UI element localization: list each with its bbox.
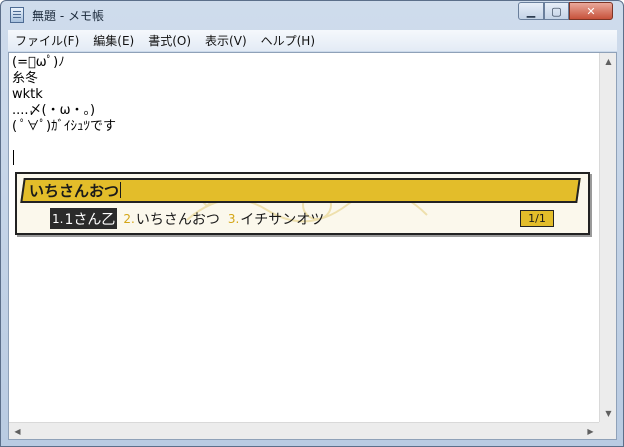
vertical-scrollbar[interactable]: ▲ ▼ (599, 53, 616, 422)
text-caret (13, 150, 14, 165)
ime-candidate-window: いちさんおつ 1. 1さん乙 2. いちさんおつ 3. イチサンオツ 1/1 (15, 172, 590, 235)
menu-file[interactable]: ファイル(F) (8, 32, 86, 49)
candidate-text: イチサンオツ (240, 211, 325, 228)
ime-candidate-3[interactable]: 3. イチサンオツ (226, 208, 326, 229)
scrollbar-corner (599, 422, 616, 439)
scroll-right-icon[interactable]: ▶ (582, 423, 599, 440)
ime-composition-text[interactable]: いちさんおつ (29, 180, 122, 201)
text-line: 糸冬 (12, 71, 39, 86)
candidate-number: 3. (227, 211, 240, 226)
text-line: ( ﾟ∀ﾟ)ｶﾞｲｼｭﾂです (12, 119, 117, 134)
minimize-button[interactable]: ▁ (518, 2, 544, 20)
menu-edit[interactable]: 編集(E) (86, 32, 141, 49)
ime-candidate-1[interactable]: 1. 1さん乙 (50, 208, 118, 229)
menu-help[interactable]: ヘルプ(H) (254, 32, 322, 49)
ime-page-indicator: 1/1 (520, 210, 554, 227)
menu-view[interactable]: 表示(V) (198, 32, 254, 49)
text-line: (=ﾟωﾟ)ﾉ (12, 55, 65, 70)
editor-text[interactable]: (=ﾟωﾟ)ﾉ 糸冬 wktk ....〆(・ω・。) ( ﾟ∀ﾟ)ｶﾞｲｼｭﾂ… (12, 55, 597, 151)
maximize-button[interactable]: ▢ (544, 2, 569, 20)
scroll-up-icon[interactable]: ▲ (600, 53, 617, 70)
candidate-text: 1さん乙 (64, 211, 116, 228)
window-title: 無題 - メモ帳 (32, 9, 104, 23)
text-editor[interactable]: (=ﾟωﾟ)ﾉ 糸冬 wktk ....〆(・ω・。) ( ﾟ∀ﾟ)ｶﾞｲｼｭﾂ… (8, 52, 617, 440)
ime-input-text: いちさんおつ (29, 182, 120, 200)
candidate-number: 1. (52, 211, 64, 226)
text-line (12, 135, 597, 151)
menu-format[interactable]: 書式(O) (141, 32, 198, 49)
ime-candidate-list: 1. 1さん乙 2. いちさんおつ 3. イチサンオツ (50, 208, 330, 229)
text-line: ....〆(・ω・。) (12, 103, 96, 118)
menu-bar: ファイル(F) 編集(E) 書式(O) 表示(V) ヘルプ(H) (8, 30, 617, 51)
notepad-icon[interactable] (10, 7, 24, 23)
scroll-left-icon[interactable]: ◀ (9, 423, 26, 440)
candidate-number: 2. (123, 211, 135, 226)
horizontal-scrollbar[interactable]: ◀ ▶ (9, 422, 599, 439)
close-button[interactable]: ✕ (569, 2, 613, 20)
scroll-down-icon[interactable]: ▼ (600, 405, 617, 422)
title-bar[interactable]: 無題 - メモ帳 ▁ ▢ ✕ (1, 1, 623, 29)
text-line: wktk (12, 87, 43, 102)
ime-candidate-2[interactable]: 2. いちさんおつ (121, 208, 221, 229)
ime-caret (120, 182, 122, 198)
candidate-text: いちさんおつ (135, 211, 220, 228)
